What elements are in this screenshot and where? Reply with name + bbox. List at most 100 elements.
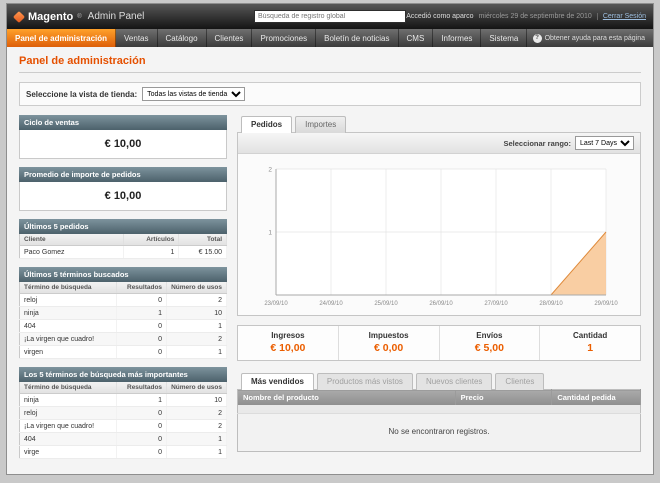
stat-value: € 5,00 [442,342,538,354]
column-header: Cantidad pedida [552,390,641,406]
stat-label: Envíos [442,331,538,340]
range-label: Seleccionar rango: [503,139,571,148]
admin-window: Magento ® Admin Panel Accedió como aparc… [6,3,654,475]
logo: Magento ® Admin Panel [14,11,254,23]
empty-message-row: No se encontraron registros. [238,413,641,451]
table-cell: 1 [117,307,167,320]
column-header: Término de búsqueda [20,282,117,294]
column-header: Número de usos [167,282,227,294]
nav-item-sistema[interactable]: Sistema [481,29,527,47]
widget-last-orders-title: Últimos 5 pedidos [19,219,227,234]
magento-logo-icon [13,10,25,22]
nav-item-promociones[interactable]: Promociones [252,29,316,47]
table-cell: 0 [117,446,167,459]
logged-in-as: Accedió como aparco [406,13,473,20]
nav-item-boletin[interactable]: Boletín de noticias [316,29,398,47]
widget-average-orders-title: Promedio de importe de pedidos [19,167,227,182]
column-header: Total [179,234,227,246]
table-cell: 0 [117,346,167,359]
table-cell: 0 [117,333,167,346]
column-header: Resultados [117,282,167,294]
tab-pedidos[interactable]: Pedidos [241,116,292,133]
table-row: ¡La virgen que cuadro!02 [20,333,227,346]
stat-value: € 0,00 [341,342,437,354]
widget-average-orders-value: € 10,00 [19,182,227,211]
store-view-select[interactable]: Todas las vistas de tienda [142,87,245,101]
widget-top-search-title: Los 5 términos de búsqueda más important… [19,367,227,382]
table-cell: ninja [20,394,117,407]
table-cell: 2 [167,333,227,346]
svg-text:1: 1 [268,230,272,237]
orders-chart: 23/09/1024/09/1025/09/1026/09/1027/09/10… [259,162,619,312]
table-cell: 2 [167,407,227,420]
column-header: Término de búsqueda [20,382,117,394]
help-link[interactable]: ? Obtener ayuda para esta página [533,29,653,47]
table-row: reloj02 [20,294,227,307]
svg-text:28/09/10: 28/09/10 [539,301,563,307]
global-search [254,10,406,23]
svg-text:2: 2 [268,167,272,174]
tab-mas-vendidos[interactable]: Más vendidos [241,373,314,390]
tab-clientes[interactable]: Clientes [495,373,544,390]
range-select[interactable]: Last 7 Days [575,136,634,150]
table-cell: ¡La virgen que cuadro! [20,333,117,346]
table-row: ninja110 [20,394,227,407]
widget-top-search-terms: Los 5 términos de búsqueda más important… [19,367,227,459]
table-cell: 404 [20,433,117,446]
column-header: Precio [455,390,552,406]
top-search-table: Término de búsqueda Resultados Número de… [19,382,227,459]
table-cell: reloj [20,407,117,420]
table-cell: reloj [20,294,117,307]
global-search-input[interactable] [254,10,406,23]
range-selector-bar: Seleccionar rango: Last 7 Days [238,133,640,154]
dashboard-main: Pedidos Importes Seleccionar rango: Last… [237,115,641,452]
column-header: Artículos [123,234,179,246]
empty-message: No se encontraron registros. [238,413,641,451]
nav-item-catalogo[interactable]: Catálogo [158,29,207,47]
stat-label: Cantidad [542,331,638,340]
products-table: Nombre del producto Precio Cantidad pedi… [237,389,641,452]
table-cell: 0 [117,294,167,307]
top-search-rows: ninja110reloj02¡La virgen que cuadro!024… [20,394,227,459]
logout-link[interactable]: Cerrar Sesión [597,13,646,20]
nav-item-cms[interactable]: CMS [399,29,434,47]
column-header: Resultados [117,382,167,394]
table-row: virge01 [20,446,227,459]
last-orders-table: Cliente Artículos Total Paco Gomez1€ 15.… [19,234,227,259]
column-header: Nombre del producto [238,390,456,406]
svg-text:29/09/10: 29/09/10 [594,301,618,307]
table-row: ¡La virgen que cuadro!02 [20,420,227,433]
table-cell: 1 [117,394,167,407]
widget-last-orders: Últimos 5 pedidos Cliente Artículos Tota… [19,219,227,259]
registered-mark: ® [77,14,81,20]
help-link-label: Obtener ayuda para esta página [545,35,645,42]
table-cell: 2 [167,420,227,433]
nav-item-informes[interactable]: Informes [433,29,481,47]
tab-importes[interactable]: Importes [295,116,346,133]
chart-panel: Seleccionar rango: Last 7 Days 23/09/10 2… [237,132,641,316]
chart-area: 23/09/1024/09/1025/09/1026/09/1027/09/10… [238,154,640,315]
widget-lifetime-sales: Ciclo de ventas € 10,00 [19,115,227,159]
table-cell: 1 [167,446,227,459]
widget-last-search-title: Últimos 5 términos buscados [19,267,227,282]
nav-item-ventas[interactable]: Ventas [116,29,157,47]
table-cell: 0 [117,433,167,446]
nav-item-dashboard[interactable]: Panel de administración [7,29,116,47]
column-header: Número de usos [167,382,227,394]
stat-label: Ingresos [240,331,336,340]
tab-nuevos-clientes[interactable]: Nuevos clientes [416,373,492,390]
table-row: reloj02 [20,407,227,420]
bestsellers-tabs: Más vendidos Productos más vistos Nuevos… [237,372,641,389]
last-search-rows: reloj02ninja11040401¡La virgen que cuadr… [20,294,227,359]
table-row: 40401 [20,433,227,446]
logo-text: Magento [28,11,73,23]
svg-text:23/09/10: 23/09/10 [264,301,288,307]
table-cell: 0 [117,407,167,420]
column-header: Cliente [20,234,124,246]
stat-impuestos: Impuestos € 0,00 [338,326,439,360]
tab-productos-mas-vistos[interactable]: Productos más vistos [317,373,413,390]
nav-item-clientes[interactable]: Clientes [207,29,253,47]
table-cell: 0 [117,320,167,333]
svg-text:27/09/10: 27/09/10 [484,301,508,307]
table-cell: 1 [167,433,227,446]
